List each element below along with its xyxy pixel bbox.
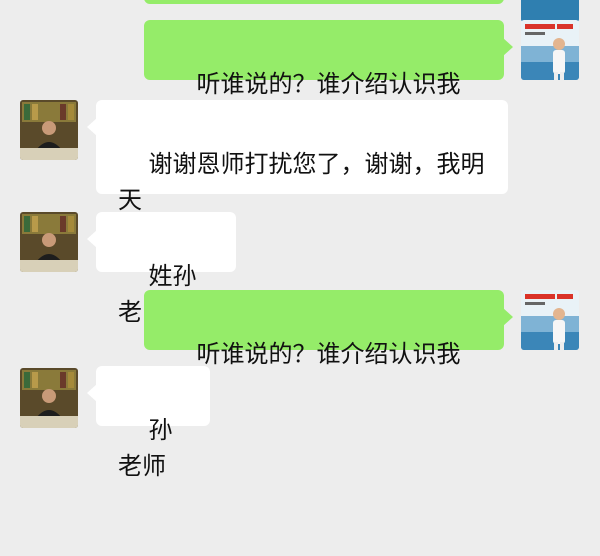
sent-avatar[interactable] [521,290,579,350]
profile-photo-man-at-desk-icon [20,212,78,272]
message-text: 听谁说的？谁介绍认识我的？ [166,340,461,404]
sent-avatar-partial[interactable] [521,0,579,22]
message-bubble-sent[interactable]: 听谁说的？谁介绍认识我的？ [144,20,513,134]
profile-photo-man-at-desk-icon [20,368,78,428]
message-bubble-received[interactable]: 姓孙老师 [87,212,236,326]
profile-photo-man-white-outfit-icon [521,20,579,80]
bubble-tail [87,384,97,402]
bubble-tail [503,308,513,326]
received-avatar[interactable] [20,100,78,160]
profile-photo-man-at-desk-icon [20,100,78,160]
message-bubble-sent-partial[interactable] [144,0,504,4]
bubble-tail [87,230,97,248]
chat-history: 听谁说的？谁介绍认识我的？ 谢谢 [0,0,600,480]
profile-photo-man-white-outfit-icon [521,0,579,22]
received-avatar[interactable] [20,368,78,428]
message-text: 孙老师 [118,416,173,480]
message-bubble-received[interactable]: 谢谢恩师打扰您了，谢谢，我明天 去点 [87,100,508,250]
bubble-tail [503,38,513,56]
sent-avatar[interactable] [521,20,579,80]
bubble-tail [87,118,97,136]
message-bubble-sent[interactable]: 听谁说的？谁介绍认识我的？ [144,290,513,404]
received-avatar[interactable] [20,212,78,272]
message-bubble-received[interactable]: 孙老师 [87,366,210,480]
profile-photo-man-white-outfit-icon [521,290,579,350]
